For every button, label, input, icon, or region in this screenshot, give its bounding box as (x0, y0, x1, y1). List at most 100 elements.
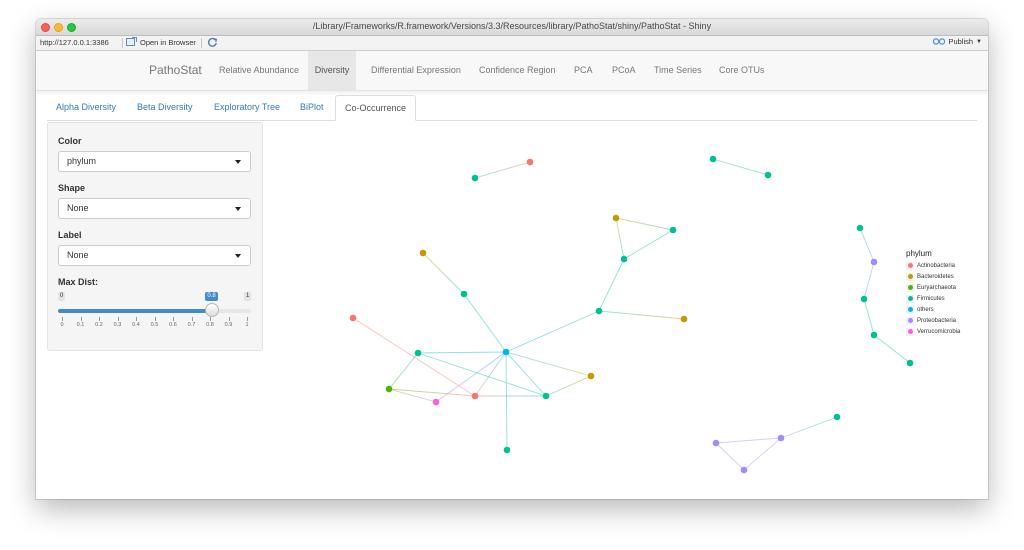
co-occurrence-network-plot (349, 155, 914, 474)
viewer-toolbar: http://127.0.0.1:3386 Open in Browser Pu… (36, 36, 988, 51)
network-node (860, 295, 868, 303)
network-node (460, 290, 468, 298)
controls-sidebar: Color phylum Shape None Label None Max D… (47, 122, 263, 351)
legend-key (906, 316, 914, 325)
legend-item: Proteobacteria (906, 315, 981, 326)
slider-tick-label: 0.5 (150, 322, 159, 328)
legend-label: Verrucomicrobia (917, 328, 961, 335)
network-edge (780, 416, 838, 439)
slider-max-label: 1 (244, 292, 252, 301)
app-brand: PathoStat (149, 63, 202, 77)
app-navbar: PathoStat Relative Abundance Diversity D… (36, 51, 988, 91)
nav-confidence-region[interactable]: Confidence Region (470, 51, 565, 90)
legend-item: Bacteroidetes (906, 271, 981, 282)
network-node (620, 255, 628, 263)
network-node (502, 348, 510, 356)
tab-co-occurrence[interactable]: Co-Occurrence (335, 95, 417, 121)
legend-label: Actinobacteria (917, 262, 956, 269)
slider-tick (99, 317, 100, 321)
refresh-icon[interactable] (207, 37, 218, 48)
network-node (777, 434, 785, 442)
legend-title: phylum (906, 249, 932, 258)
slider-tick (136, 317, 137, 321)
network-node (870, 331, 878, 339)
nav-relative-abundance[interactable]: Relative Abundance (210, 51, 308, 90)
legend-swatch (907, 274, 913, 279)
nav-diversity[interactable]: Diversity (308, 51, 356, 90)
slider-tick (210, 317, 211, 321)
max-dist-label: Max Dist: (58, 277, 99, 287)
legend-key (906, 261, 914, 270)
publish-label: Publish (948, 37, 974, 46)
network-edge (859, 227, 875, 263)
network-node (432, 398, 440, 406)
network-edge (505, 310, 600, 353)
network-node (349, 314, 357, 322)
tab-exploratory-tree[interactable]: Exploratory Tree (205, 95, 289, 120)
chevron-down-icon: ▼ (976, 38, 982, 45)
network-edge (863, 298, 875, 336)
browser-window-icon (126, 37, 137, 46)
network-node (712, 439, 720, 447)
network-node (471, 174, 479, 182)
network-node (906, 359, 914, 367)
color-select[interactable]: phylum (58, 151, 251, 172)
legend-swatch (907, 307, 913, 312)
legend-key (906, 283, 914, 292)
network-edge (715, 442, 745, 471)
title-bar: /Library/Frameworks/R.framework/Versions… (36, 19, 988, 36)
slider-tick (62, 317, 63, 321)
toolbar-separator (122, 38, 123, 48)
phylum-legend: phylum Actinobacteria Bacteroidetes Euryar… (906, 249, 981, 337)
network-edge (505, 351, 508, 451)
network-node (385, 385, 393, 393)
publish-button[interactable]: Publish ▼ (933, 37, 982, 46)
network-edge (743, 437, 782, 471)
legend-swatch (907, 318, 913, 323)
legend-item: Actinobacteria (906, 260, 981, 271)
network-edge (545, 375, 592, 397)
max-dist-slider-fill (58, 309, 213, 313)
slider-tick-label: 0.7 (187, 322, 196, 328)
tab-biplot[interactable]: BiPlot (291, 95, 333, 120)
shape-select[interactable]: None (58, 198, 251, 219)
network-edge (422, 252, 465, 295)
nav-pca[interactable]: PCA (565, 51, 602, 90)
network-node (414, 349, 422, 357)
max-dist-slider-track[interactable] (58, 309, 251, 313)
nav-core-otus[interactable]: Core OTUs (710, 51, 774, 90)
legend-label: others (917, 306, 934, 313)
shape-select-value: None (67, 203, 89, 213)
network-edge (435, 351, 507, 403)
legend-label: Firmicutes (917, 295, 945, 302)
network-edge (598, 258, 625, 312)
open-in-browser-button[interactable]: Open in Browser (126, 37, 196, 47)
network-node (595, 307, 603, 315)
legend-item: Euryarchaeota (906, 282, 981, 293)
network-node (870, 258, 878, 266)
slider-tick (191, 317, 193, 321)
chevron-down-icon (235, 160, 241, 164)
network-node (419, 249, 427, 257)
diversity-tabs: Alpha Diversity Beta Diversity Explorato… (47, 95, 977, 121)
network-node (833, 413, 841, 421)
max-dist-slider-handle[interactable] (205, 303, 220, 317)
color-select-value: phylum (67, 156, 97, 166)
nav-pcoa[interactable]: PCoA (603, 51, 645, 90)
tab-beta-diversity[interactable]: Beta Diversity (128, 95, 202, 120)
slider-tick (228, 317, 230, 321)
label-select[interactable]: None (58, 245, 251, 266)
chevron-down-icon (235, 207, 241, 211)
network-edges (352, 158, 911, 471)
network-edge (388, 352, 419, 390)
network-edge (623, 229, 674, 260)
slider-tick-label: 0.3 (113, 322, 122, 328)
url-text: http://127.0.0.1:3386 (40, 38, 109, 47)
tab-alpha-diversity[interactable]: Alpha Diversity (47, 95, 125, 120)
nav-time-series[interactable]: Time Series (645, 51, 711, 90)
slider-tick-label: 0.4 (132, 322, 140, 328)
slider-tick (80, 317, 82, 321)
nav-differential-expression[interactable]: Differential Expression (362, 51, 470, 90)
window-title: /Library/Frameworks/R.framework/Versions… (312, 21, 712, 31)
network-edge (615, 217, 674, 231)
